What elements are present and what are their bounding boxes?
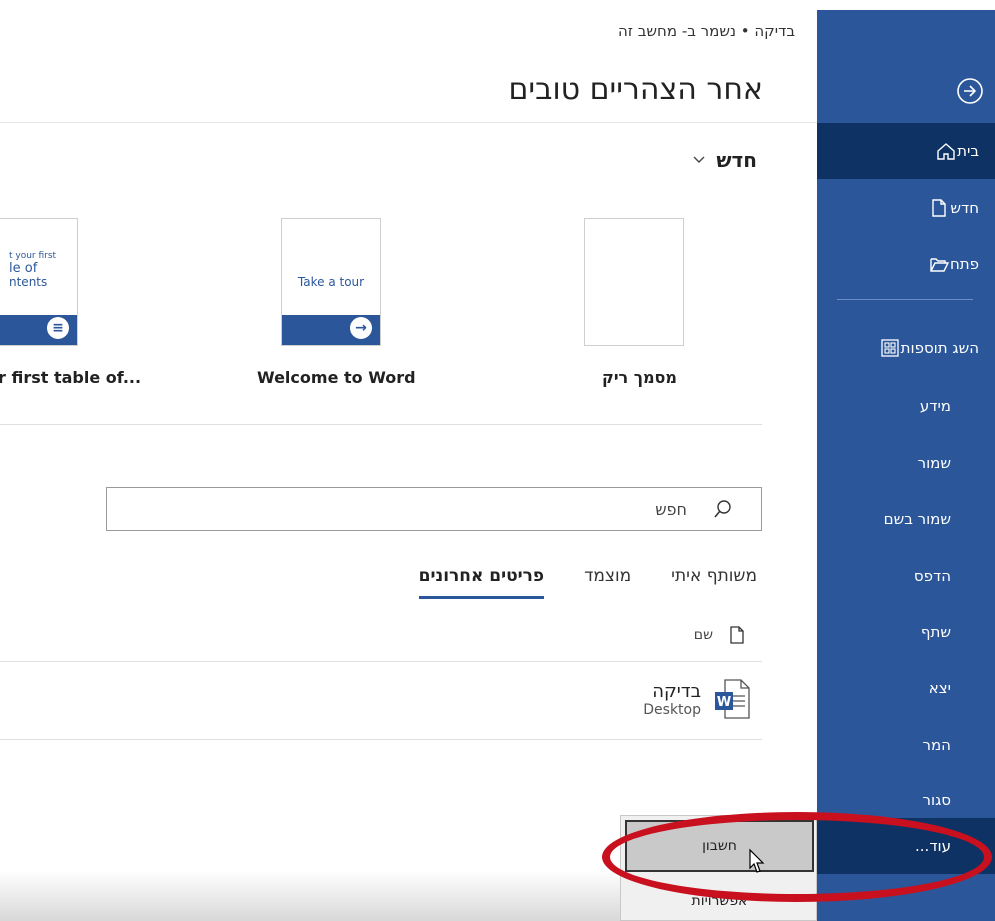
search-input[interactable] bbox=[117, 488, 687, 530]
more-popup-menu: חשבון אפשרויות bbox=[620, 815, 817, 921]
add-ins-icon bbox=[880, 339, 899, 357]
template-thumb-text: t your first bbox=[9, 251, 57, 261]
sidebar-item-label: שמור בשם bbox=[883, 510, 951, 528]
sidebar-divider bbox=[837, 299, 973, 300]
template-thumb-text: le of bbox=[9, 261, 38, 276]
sidebar-item-label: סגור bbox=[922, 791, 951, 809]
list-divider bbox=[0, 739, 762, 740]
page-title: אחר הצהריים טובים bbox=[508, 72, 763, 107]
template-thumb-text: Take a tour bbox=[297, 275, 365, 289]
table-of-contents-icon: ≡ bbox=[47, 317, 69, 339]
new-section-toggle[interactable]: חדש bbox=[692, 148, 757, 172]
search-box[interactable] bbox=[106, 487, 762, 531]
backstage-sidebar: בית חדש פתח השג תוספות מידע שמור שמור בש… bbox=[817, 10, 995, 921]
home-icon bbox=[937, 143, 955, 160]
tab-shared-with-me[interactable]: משותף איתי bbox=[671, 566, 757, 599]
back-arrow-icon[interactable] bbox=[955, 76, 985, 106]
sidebar-item-label: השג תוספות bbox=[900, 339, 979, 357]
template-welcome-to-word[interactable]: Take a tour → bbox=[281, 218, 381, 346]
template-caption: מסמך ריק bbox=[602, 368, 677, 387]
arrow-right-icon: → bbox=[350, 317, 372, 339]
sidebar-item-save-as[interactable]: שמור בשם bbox=[817, 491, 995, 547]
sidebar-item-print[interactable]: הדפס bbox=[817, 548, 995, 604]
sidebar-item-open[interactable]: פתח bbox=[817, 236, 995, 292]
list-header-name[interactable]: שם bbox=[694, 627, 713, 643]
folder-open-icon bbox=[930, 258, 950, 272]
sidebar-item-label: שתף bbox=[920, 623, 951, 641]
list-item[interactable]: W בדיקה Desktop bbox=[643, 676, 753, 722]
sidebar-item-more[interactable]: עוד... bbox=[817, 818, 995, 874]
file-details: בדיקה Desktop bbox=[643, 681, 701, 718]
sidebar-item-export[interactable]: יצא bbox=[817, 660, 995, 716]
tab-recent[interactable]: פריטים אחרונים bbox=[418, 566, 545, 599]
template-blank-document[interactable] bbox=[584, 218, 684, 346]
sidebar-item-get-addins[interactable]: השג תוספות bbox=[817, 320, 995, 376]
sidebar-item-label: המר bbox=[922, 736, 951, 754]
search-icon bbox=[714, 500, 731, 518]
sidebar-item-label: שמור bbox=[917, 454, 951, 472]
new-document-icon bbox=[932, 199, 947, 217]
sidebar-item-label: מידע bbox=[919, 397, 951, 415]
word-document-icon: W bbox=[715, 679, 750, 719]
templates-divider bbox=[0, 424, 762, 425]
sidebar-item-new[interactable]: חדש bbox=[817, 180, 995, 236]
sidebar-item-info[interactable]: מידע bbox=[817, 378, 995, 434]
sidebar-item-label: פתח bbox=[949, 255, 979, 273]
sidebar-item-label: חדש bbox=[950, 199, 979, 217]
new-section-title: חדש bbox=[716, 148, 757, 172]
svg-text:W: W bbox=[717, 695, 731, 710]
sidebar-item-label: יצא bbox=[928, 679, 951, 697]
sidebar-item-label: עוד... bbox=[915, 837, 951, 855]
list-header: שם bbox=[694, 625, 745, 645]
menu-item-account[interactable]: חשבון bbox=[625, 820, 814, 872]
bottom-fade bbox=[0, 870, 620, 921]
menu-item-options[interactable]: אפשרויות bbox=[621, 886, 818, 916]
mouse-cursor-icon bbox=[749, 848, 765, 873]
sidebar-item-label: הדפס bbox=[913, 567, 951, 585]
file-location: Desktop bbox=[643, 701, 701, 718]
template-caption: r first table of... bbox=[0, 368, 142, 387]
document-status-breadcrumb: בדיקה • נשמר ב- מחשב זה bbox=[618, 22, 795, 40]
template-thumb-text: ntents bbox=[9, 275, 48, 289]
sidebar-item-label: בית bbox=[957, 142, 979, 160]
sidebar-item-transform[interactable]: המר bbox=[817, 717, 995, 773]
sidebar-item-home[interactable]: בית bbox=[817, 123, 995, 179]
file-icon bbox=[730, 626, 744, 644]
chevron-down-icon bbox=[693, 156, 705, 163]
header-divider bbox=[0, 122, 817, 123]
template-table-of-contents[interactable]: t your first le of ntents ≡ bbox=[0, 218, 78, 346]
tab-pinned[interactable]: מוצמד bbox=[584, 566, 631, 599]
template-caption: Welcome to Word bbox=[257, 368, 416, 387]
sidebar-item-save[interactable]: שמור bbox=[817, 435, 995, 491]
sidebar-item-share[interactable]: שתף bbox=[817, 604, 995, 660]
file-tabs: פריטים אחרונים מוצמד משותף איתי bbox=[418, 566, 757, 599]
list-divider bbox=[0, 661, 762, 662]
file-name: בדיקה bbox=[652, 680, 701, 702]
